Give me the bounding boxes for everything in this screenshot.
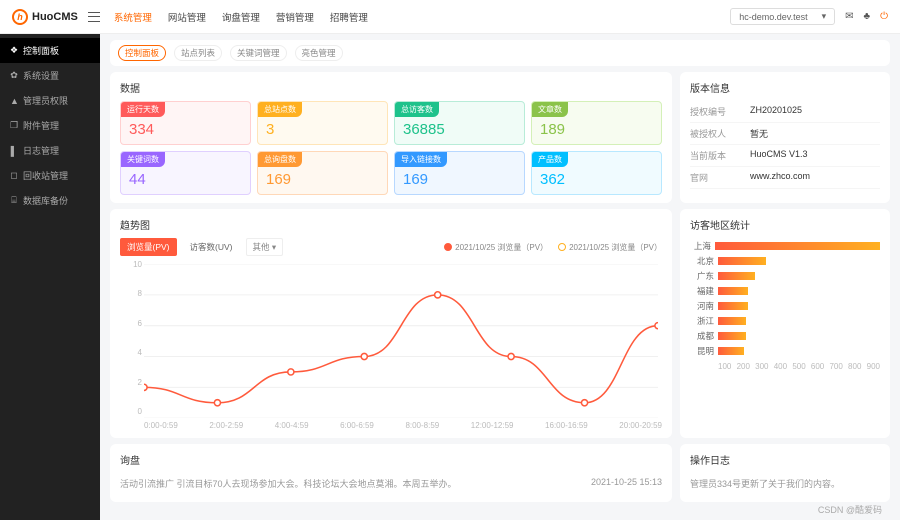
inquiry-panel: 询盘 活动引流推广 引流目标70人去现场参加大会。科技论坛大会地点莫湘。本周五举…	[110, 444, 672, 502]
region-row: 广东	[690, 270, 880, 282]
crumb-2[interactable]: 关键词管理	[230, 45, 287, 61]
power-icon[interactable]: ⏻	[880, 11, 888, 22]
data-panel: 数据 运行天数334总站点数3总访客数36885文章数189 关键词数44总询盘数…	[110, 72, 672, 203]
stat-6: 导入链接数169	[394, 151, 525, 195]
crumb-0[interactable]: 控制面板	[118, 45, 166, 61]
oplog-panel: 操作日志 管理员334号更新了关于我们的内容。	[680, 444, 890, 502]
sidebar-item-3[interactable]: ❐附件管理	[0, 113, 100, 138]
region-row: 成都	[690, 330, 880, 342]
stat-4: 关键词数44	[120, 151, 251, 195]
tab-pv[interactable]: 浏览量(PV)	[120, 238, 177, 256]
trend-panel: 趋势图 浏览量(PV) 访客数(UV) 其他 ▾ 2021/10/25 浏览量（…	[110, 209, 672, 438]
trend-chart: 1086420 0:00-0:592:00-2:594:00-4:596:00-…	[120, 260, 662, 430]
sidebar-icon: ❐	[10, 120, 18, 131]
inquiry-item: 活动引流推广 引流目标70人去现场参加大会。科技论坛大会地点莫湘。本周五举办。 …	[120, 473, 662, 494]
stat-1: 总站点数3	[257, 101, 388, 145]
mail-icon[interactable]: ✉	[845, 11, 853, 22]
sidebar-item-6[interactable]: ⌸数据库备份	[0, 188, 100, 213]
sidebar: ❖控制面板✿系统设置▲管理员权限❐附件管理▌日志管理◻回收站管理⌸数据库备份	[0, 34, 100, 520]
region-row: 昆明	[690, 345, 880, 357]
chart-legend: 2021/10/25 浏览量（PV） 2021/10/25 浏览量（PV）	[444, 242, 662, 253]
menu-toggle-icon[interactable]	[88, 12, 100, 22]
sidebar-item-0[interactable]: ❖控制面板	[0, 38, 100, 63]
logo-icon: h	[12, 9, 28, 25]
sidebar-item-2[interactable]: ▲管理员权限	[0, 88, 100, 113]
region-row: 河南	[690, 300, 880, 312]
panel-title: 数据	[120, 80, 662, 95]
stat-3: 文章数189	[531, 101, 662, 145]
sidebar-item-5[interactable]: ◻回收站管理	[0, 163, 100, 188]
info-row: 被授权人暂无	[690, 123, 880, 145]
stat-2: 总访客数36885	[394, 101, 525, 145]
tab-uv[interactable]: 访客数(UV)	[183, 238, 240, 256]
info-row: 当前版本HuoCMS V1.3	[690, 145, 880, 167]
nav-3[interactable]: 营销管理	[276, 10, 314, 24]
sidebar-item-1[interactable]: ✿系统设置	[0, 63, 100, 88]
top-nav: 系统管理 网站管理 询盘管理 营销管理 招聘管理	[114, 10, 730, 24]
panel-title: 版本信息	[690, 80, 880, 95]
stat-7: 产品数362	[531, 151, 662, 195]
region-panel: 访客地区统计 上海北京广东福建河南浙江成都昆明 1002003004005006…	[680, 209, 890, 438]
sidebar-item-4[interactable]: ▌日志管理	[0, 138, 100, 163]
top-bar: h HuoCMS 系统管理 网站管理 询盘管理 营销管理 招聘管理 hc-demo.de…	[0, 0, 900, 34]
region-row: 福建	[690, 285, 880, 297]
watermark: CSDN @酷爱码	[818, 503, 882, 516]
oplog-item: 管理员334号更新了关于我们的内容。	[690, 473, 880, 494]
crumb-3[interactable]: 亮色管理	[295, 45, 343, 61]
nav-2[interactable]: 询盘管理	[222, 10, 260, 24]
stat-5: 总询盘数169	[257, 151, 388, 195]
panel-title: 趋势图	[120, 217, 662, 232]
version-panel: 版本信息 授权编号ZH20201025被授权人暂无当前版本HuoCMS V1.3…	[680, 72, 890, 203]
env-selector[interactable]: hc-demo.dev.test▾	[730, 8, 835, 25]
main-content: 控制面板站点列表关键词管理亮色管理 数据 运行天数334总站点数3总访客数368…	[100, 34, 900, 520]
breadcrumb: 控制面板站点列表关键词管理亮色管理	[110, 40, 890, 66]
sidebar-icon: ❖	[10, 45, 18, 56]
trend-tabs: 浏览量(PV) 访客数(UV) 其他 ▾ 2021/10/25 浏览量（PV） …	[120, 238, 662, 256]
region-row: 浙江	[690, 315, 880, 327]
crumb-1[interactable]: 站点列表	[174, 45, 222, 61]
nav-1[interactable]: 网站管理	[168, 10, 206, 24]
info-row: 官网www.zhco.com	[690, 167, 880, 189]
region-row: 上海	[690, 240, 880, 252]
brand-name: HuoCMS	[32, 11, 78, 23]
sidebar-icon: ✿	[10, 70, 18, 81]
stat-0: 运行天数334	[120, 101, 251, 145]
trend-other-select[interactable]: 其他 ▾	[246, 238, 284, 256]
panel-title: 访客地区统计	[690, 217, 880, 232]
sidebar-icon: ▲	[10, 96, 18, 106]
sidebar-icon: ▌	[10, 146, 18, 156]
region-row: 北京	[690, 255, 880, 267]
chevron-down-icon: ▾	[822, 11, 827, 22]
sidebar-icon: ◻	[10, 170, 18, 181]
sidebar-icon: ⌸	[10, 195, 18, 206]
panel-title: 询盘	[120, 452, 662, 467]
nav-4[interactable]: 招聘管理	[330, 10, 368, 24]
bell-icon[interactable]: ♣	[864, 11, 871, 22]
logo: h HuoCMS	[12, 9, 78, 25]
nav-0[interactable]: 系统管理	[114, 10, 152, 24]
info-row: 授权编号ZH20201025	[690, 101, 880, 123]
panel-title: 操作日志	[690, 452, 880, 467]
